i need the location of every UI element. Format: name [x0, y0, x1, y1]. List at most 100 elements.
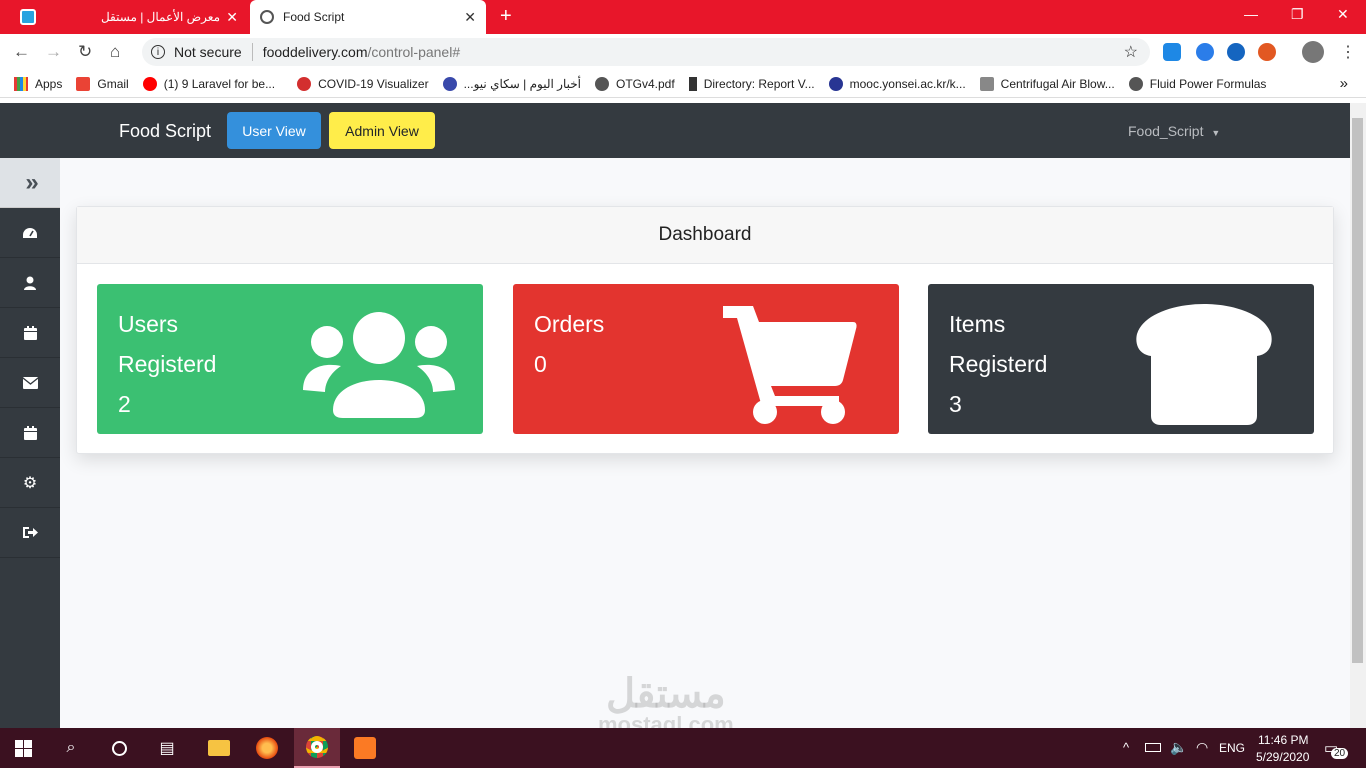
wifi-icon[interactable]: ◠: [1196, 739, 1208, 756]
reload-icon[interactable]: ↻: [78, 42, 92, 62]
gmail-icon: [76, 76, 91, 91]
cortana-icon[interactable]: [96, 728, 142, 768]
youtube-icon: [142, 76, 157, 91]
sidebar: » ⚙: [0, 158, 60, 728]
tab-mostaql[interactable]: معرض الأعمال | مستقل ✕: [48, 0, 248, 34]
stat-card-orders[interactable]: Orders 0: [513, 284, 899, 434]
covid-icon: [297, 76, 312, 91]
close-window-icon[interactable]: ✕: [1337, 6, 1349, 23]
bookmark-mooc[interactable]: mooc.yonsei.ac.kr/k...: [828, 76, 966, 91]
user-dropdown[interactable]: Food_Script ▼: [1128, 123, 1220, 139]
stat-label: Users: [118, 311, 179, 337]
stat-value: 2: [118, 391, 131, 417]
globe-icon: [595, 76, 609, 91]
back-icon[interactable]: ←: [13, 42, 30, 62]
watermark-arabic: مستقل: [605, 672, 726, 716]
stat-label: Registerd: [949, 351, 1048, 377]
tray-overflow-icon[interactable]: ^: [1123, 740, 1129, 755]
bookmark-directory[interactable]: Directory: Report V...: [688, 76, 815, 91]
new-tab-button[interactable]: +: [500, 5, 512, 28]
image-icon: [979, 76, 994, 91]
sidebar-item-calendar[interactable]: [0, 308, 60, 358]
sidebar-item-dashboard[interactable]: [0, 208, 60, 258]
search-icon[interactable]: ⌕: [48, 728, 94, 768]
shield-extension-icon[interactable]: [1163, 43, 1181, 61]
close-icon[interactable]: ✕: [464, 9, 476, 26]
sidebar-item-schedule[interactable]: [0, 408, 60, 458]
tab-title: معرض الأعمال | مستقل: [100, 10, 220, 24]
browser-toolbar: ← → ↻ ⌂ i Not secure fooddelivery.com/co…: [0, 34, 1366, 70]
windows-taskbar: ⌕ ▤ ^ 🔈 ◠ ENG 11:46 PM 5/29/2020 ▭ 20: [0, 728, 1366, 768]
xampp-icon[interactable]: [342, 728, 388, 768]
chrome-icon[interactable]: [294, 728, 340, 768]
close-icon[interactable]: ✕: [226, 9, 238, 26]
sidebar-toggle[interactable]: »: [0, 158, 60, 208]
dashboard-gauge-icon: [23, 227, 37, 238]
admin-view-button[interactable]: Admin View: [329, 112, 435, 149]
home-icon[interactable]: ⌂: [110, 42, 120, 62]
search-extension-icon[interactable]: [1227, 43, 1245, 61]
volume-icon[interactable]: 🔈: [1170, 739, 1187, 756]
language-indicator[interactable]: ENG: [1219, 741, 1245, 755]
stat-label: Items: [949, 311, 1006, 337]
user-dropdown-label: Food_Script: [1128, 123, 1204, 139]
profile-avatar[interactable]: [1302, 41, 1324, 63]
stat-label: Orders: [534, 311, 605, 337]
calendar-icon: [23, 325, 37, 340]
tab-food-script[interactable]: Food Script ✕: [250, 0, 486, 34]
notification-count-badge: 20: [1331, 748, 1349, 759]
bookmark-otg[interactable]: OTGv4.pdf: [595, 76, 675, 91]
bread-icon: [1136, 304, 1272, 425]
globe-extension-icon[interactable]: [1196, 43, 1214, 61]
windows-start-icon[interactable]: [0, 728, 46, 768]
clock-time[interactable]: 11:46 PM: [1258, 733, 1308, 747]
battery-icon[interactable]: [1145, 741, 1161, 755]
stat-card-users[interactable]: Users Registerd 2: [97, 284, 483, 434]
restore-icon[interactable]: ❐: [1291, 6, 1304, 23]
star-icon[interactable]: ☆: [1124, 42, 1138, 62]
bookmark-apps[interactable]: Apps: [14, 76, 62, 91]
bookmark-covid[interactable]: COVID-19 Visualizer: [297, 76, 429, 91]
menu-icon[interactable]: ⋮: [1340, 42, 1356, 62]
skynews-icon: [442, 76, 457, 91]
address-bar[interactable]: i Not secure fooddelivery.com/control-pa…: [142, 38, 1150, 66]
user-view-button[interactable]: User View: [227, 112, 321, 149]
scrollbar-thumb[interactable]: [1352, 118, 1363, 663]
users-icon: [303, 312, 455, 418]
bookmark-skynews[interactable]: أخبار اليوم | سكاي نيو...: [442, 76, 581, 91]
browser-tab-strip: معرض الأعمال | مستقل ✕ Food Script ✕ + —…: [0, 0, 1366, 34]
firefox-icon[interactable]: [244, 728, 290, 768]
minimize-icon[interactable]: —: [1244, 6, 1258, 22]
stat-card-items[interactable]: Items Registerd 3: [928, 284, 1314, 434]
bookmark-centrifugal[interactable]: Centrifugal Air Blow...: [979, 76, 1115, 91]
gear-icon: ⚙: [22, 474, 38, 492]
security-label[interactable]: Not secure: [174, 44, 242, 60]
bookmark-youtube[interactable]: (1) 9 Laravel for be...: [142, 76, 275, 91]
dashboard-card: Dashboard Users Registerd 2 Orders 0 Ite…: [76, 206, 1334, 454]
tab-title: Food Script: [283, 10, 345, 24]
caret-down-icon: ▼: [1211, 128, 1221, 138]
clock-date[interactable]: 5/29/2020: [1256, 750, 1309, 764]
bookmark-fluid-power[interactable]: Fluid Power Formulas: [1128, 76, 1266, 91]
globe-icon: [1128, 76, 1143, 91]
basketball-extension-icon[interactable]: [1258, 43, 1276, 61]
brand-link[interactable]: Food Script: [119, 121, 211, 142]
stat-value: 3: [949, 391, 962, 417]
url-host: fooddelivery.com: [262, 44, 368, 60]
info-icon[interactable]: i: [151, 45, 165, 59]
sidebar-item-messages[interactable]: [0, 358, 60, 408]
bookmarks-overflow[interactable]: »: [1340, 75, 1348, 92]
sidebar-item-settings[interactable]: ⚙: [0, 458, 60, 508]
web-page: Food Script User View Admin View Food_Sc…: [0, 103, 1350, 728]
task-view-icon[interactable]: ▤: [144, 728, 190, 768]
mooc-icon: [828, 76, 843, 91]
forward-icon[interactable]: →: [45, 42, 62, 62]
sidebar-item-logout[interactable]: [0, 508, 60, 558]
chevrons-right-icon: »: [25, 168, 39, 196]
sidebar-item-users[interactable]: [0, 258, 60, 308]
file-explorer-icon[interactable]: [196, 728, 242, 768]
bookmark-gmail[interactable]: Gmail: [76, 76, 129, 91]
sign-out-icon: [22, 527, 38, 538]
globe-icon: [260, 10, 274, 24]
bookmarks-bar: Apps Gmail (1) 9 Laravel for be... COVID…: [0, 70, 1366, 98]
